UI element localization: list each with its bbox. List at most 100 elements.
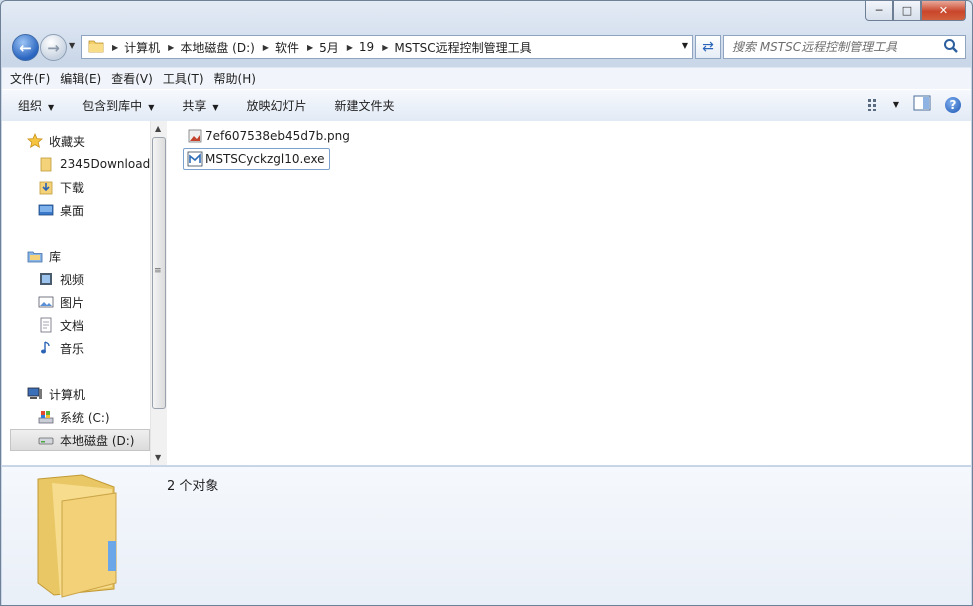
- breadcrumb-arrow-icon[interactable]: ▶: [307, 43, 313, 52]
- view-controls: ▼ ?: [867, 95, 961, 114]
- scrollbar-grip-icon: ≡: [154, 266, 162, 276]
- menu-bar: 文件(F) 编辑(E) 查看(V) 工具(T) 帮助(H): [2, 67, 971, 89]
- nav-item-2345downloads[interactable]: 2345Downloads: [2, 153, 151, 175]
- nav-item-desktop[interactable]: 桌面: [2, 199, 150, 221]
- music-note-icon: [38, 340, 54, 356]
- menu-help[interactable]: 帮助(H): [214, 70, 256, 87]
- folder-icon: [38, 156, 54, 172]
- nav-item-videos[interactable]: 视频: [2, 268, 150, 290]
- file-name: 7ef607538eb45d7b.png: [205, 129, 350, 143]
- breadcrumb-arrow-icon[interactable]: ▶: [347, 43, 353, 52]
- breadcrumb-local-disk-d[interactable]: 本地磁盘 (D:): [180, 39, 254, 56]
- nav-favorites-label: 收藏夹: [49, 134, 86, 149]
- search-input[interactable]: [730, 39, 934, 55]
- back-button[interactable]: ←: [12, 34, 39, 61]
- star-icon: [27, 133, 43, 149]
- nav-item-label: 图片: [60, 295, 85, 310]
- organize-label: 组织: [18, 99, 43, 113]
- nav-item-label: 视频: [60, 272, 85, 287]
- search-box[interactable]: [723, 35, 966, 59]
- help-button[interactable]: ?: [945, 96, 961, 113]
- close-button[interactable]: ✕: [921, 1, 966, 21]
- desktop-icon: [38, 202, 54, 218]
- breadcrumb-software[interactable]: 软件: [275, 39, 299, 56]
- preview-pane-button[interactable]: [913, 95, 931, 114]
- recent-pages-dropdown[interactable]: ▼: [69, 41, 75, 50]
- downloads-folder-icon: [38, 179, 54, 195]
- nav-item-label: 2345Downloads: [60, 157, 151, 171]
- chevron-down-icon: ▼: [212, 103, 219, 112]
- breadcrumb-19[interactable]: 19: [359, 40, 374, 54]
- address-bar[interactable]: ▶ 计算机 ▶ 本地磁盘 (D:) ▶ 软件 ▶ 5月 ▶ 19 ▶ MSTSC…: [81, 35, 693, 59]
- nav-item-system-c[interactable]: 系统 (C:): [2, 406, 150, 428]
- nav-favorites[interactable]: 收藏夹: [2, 130, 150, 152]
- new-folder-button[interactable]: 新建文件夹: [335, 97, 395, 114]
- nav-libraries-label: 库: [49, 249, 62, 264]
- chevron-down-icon: ▼: [48, 103, 55, 112]
- minimize-button[interactable]: ─: [865, 1, 893, 21]
- menu-tools[interactable]: 工具(T): [163, 70, 204, 87]
- menu-edit[interactable]: 编辑(E): [60, 70, 101, 87]
- menu-view[interactable]: 查看(V): [111, 70, 153, 87]
- address-history-dropdown[interactable]: ▼: [682, 41, 688, 50]
- maximize-button[interactable]: □: [893, 1, 921, 21]
- nav-item-downloads[interactable]: 下载: [2, 176, 150, 198]
- refresh-button[interactable]: ⇄: [695, 35, 721, 59]
- menu-file[interactable]: 文件(F): [10, 70, 50, 87]
- include-in-library-button[interactable]: 包含到库中 ▼: [82, 97, 154, 114]
- hard-drive-icon: [38, 432, 54, 448]
- search-icon[interactable]: [943, 38, 959, 57]
- nav-libraries[interactable]: 库: [2, 245, 150, 267]
- file-item-exe[interactable]: MSTSCyckzgl10.exe: [183, 148, 330, 170]
- computer-icon: [27, 386, 43, 402]
- png-image-icon: [187, 128, 203, 144]
- preview-pane-icon: [913, 95, 931, 111]
- nav-item-pictures[interactable]: 图片: [2, 291, 150, 313]
- forward-button[interactable]: →: [40, 34, 67, 61]
- nav-item-label: 文档: [60, 318, 85, 333]
- arrow-left-icon: ←: [19, 38, 32, 57]
- chevron-down-icon: ▼: [148, 103, 155, 112]
- breadcrumb-arrow-icon[interactable]: ▶: [112, 43, 118, 52]
- breadcrumb-arrow-icon[interactable]: ▶: [382, 43, 388, 52]
- command-bar: 组织 ▼ 包含到库中 ▼ 共享 ▼ 放映幻灯片 新建文件夹 ▼ ?: [2, 89, 971, 122]
- large-folder-icon: [32, 471, 152, 602]
- nav-item-label: 音乐: [60, 341, 85, 356]
- caption-buttons: ─ □ ✕: [865, 1, 966, 21]
- system-drive-icon: [38, 409, 54, 425]
- breadcrumb-may[interactable]: 5月: [319, 39, 339, 56]
- scroll-down-icon[interactable]: ▼: [155, 453, 161, 462]
- file-list[interactable]: 7ef607538eb45d7b.png MSTSCyckzgl10.exe: [167, 121, 971, 465]
- file-item-png[interactable]: 7ef607538eb45d7b.png: [184, 126, 354, 146]
- breadcrumb-arrow-icon[interactable]: ▶: [263, 43, 269, 52]
- slideshow-button[interactable]: 放映幻灯片: [247, 97, 307, 114]
- nav-item-documents[interactable]: 文档: [2, 314, 150, 336]
- nav-pane-scrollbar[interactable]: ▲ ≡ ▼: [150, 121, 167, 465]
- scroll-up-icon[interactable]: ▲: [155, 124, 161, 133]
- arrow-right-icon: →: [47, 38, 60, 57]
- share-label: 共享: [182, 99, 207, 113]
- breadcrumb-arrow-icon[interactable]: ▶: [168, 43, 174, 52]
- breadcrumb-current-folder[interactable]: MSTSC远程控制管理工具: [394, 39, 531, 56]
- include-in-library-label: 包含到库中: [82, 99, 143, 113]
- navigation-row: ← → ▼ ▶ 计算机 ▶ 本地磁盘 (D:) ▶ 软件 ▶ 5月 ▶ 19 ▶…: [9, 33, 966, 61]
- organize-button[interactable]: 组织 ▼: [18, 97, 54, 114]
- picture-icon: [38, 294, 54, 310]
- details-pane: 2 个对象: [2, 466, 971, 605]
- nav-item-label: 下载: [60, 180, 85, 195]
- change-view-button[interactable]: ▼: [867, 98, 899, 112]
- nav-computer[interactable]: 计算机: [2, 383, 150, 405]
- chevron-down-icon: ▼: [892, 100, 899, 109]
- nav-item-label: 本地磁盘 (D:): [60, 433, 135, 448]
- folder-icon: [88, 39, 104, 56]
- nav-item-local-disk-d[interactable]: 本地磁盘 (D:): [10, 429, 150, 451]
- executable-icon: [187, 151, 203, 167]
- document-icon: [38, 317, 54, 333]
- nav-item-label: 系统 (C:): [60, 410, 110, 425]
- library-icon: [27, 248, 43, 264]
- nav-item-music[interactable]: 音乐: [2, 337, 150, 359]
- navigation-pane: 收藏夹 2345Downloads 下载 桌面 库 视频 图片 文档 音乐 计算…: [2, 121, 151, 465]
- video-icon: [38, 271, 54, 287]
- breadcrumb-computer[interactable]: 计算机: [124, 39, 160, 56]
- share-button[interactable]: 共享 ▼: [182, 97, 218, 114]
